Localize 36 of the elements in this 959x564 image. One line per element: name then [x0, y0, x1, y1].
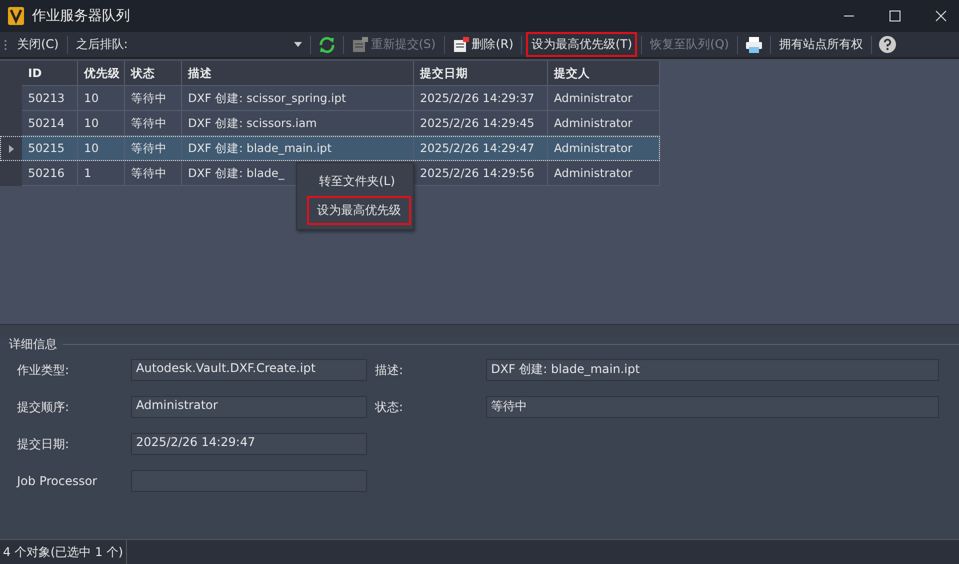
refresh-icon: [318, 36, 336, 54]
field-label: 作业类型:: [16, 362, 70, 378]
dropdown-caret-icon: [294, 42, 302, 47]
document-icon: [352, 36, 368, 52]
field-label: 状态:: [374, 398, 404, 416]
text-field[interactable]: Autodesk.Vault.DXF.Create.ipt: [131, 359, 367, 381]
table-cell: 等待中: [125, 161, 182, 186]
text-field[interactable]: 2025/2/26 14:29:47: [131, 433, 367, 455]
status-text: 4 个对象(已选中 1 个): [0, 540, 128, 564]
table-cell: Administrator: [548, 161, 660, 186]
field-label: 提交顺序:: [16, 398, 70, 416]
text-field[interactable]: Administrator: [131, 396, 367, 418]
table-cell: 1: [78, 161, 125, 186]
queue-after-dropdown[interactable]: 之后排队:: [72, 36, 306, 53]
text-field[interactable]: 等待中: [486, 396, 939, 418]
menu-item[interactable]: 设为最高优先级: [307, 196, 411, 225]
maximize-icon[interactable]: [889, 10, 901, 22]
row-header[interactable]: [0, 136, 22, 161]
field-label: 描述:: [374, 362, 404, 378]
toolbar-button[interactable]: 拥有站点所有权: [774, 32, 867, 56]
table-cell: 50216: [22, 161, 78, 186]
text-field[interactable]: DXF 创建: blade_main.ipt: [486, 359, 939, 381]
grip-icon[interactable]: [4, 38, 7, 50]
toolbar-button[interactable]: 设为最高优先级(T): [526, 32, 638, 57]
document-icon: [452, 36, 469, 52]
toolbar-button[interactable]: 删除(R): [448, 32, 518, 56]
field-label: 提交日期:: [16, 436, 70, 452]
group-title: 详细信息: [9, 336, 57, 352]
field-label: Job Processor: [15, 474, 98, 488]
window-title: 作业服务器队列: [32, 7, 130, 25]
toolbar-button[interactable]: 关闭(C): [13, 32, 63, 56]
row-pointer-icon: [8, 144, 14, 152]
close-icon[interactable]: [935, 10, 947, 22]
printer-icon: [744, 36, 763, 54]
help-icon: [878, 36, 896, 53]
app-logo-icon: [8, 7, 24, 25]
